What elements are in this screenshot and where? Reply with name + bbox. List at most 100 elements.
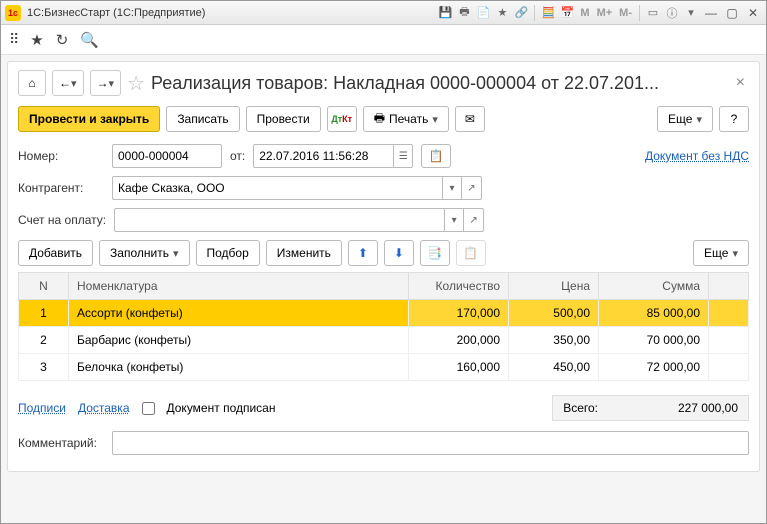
col-qty[interactable]: Количество	[409, 273, 509, 300]
sections-grid-icon[interactable]: ⠿	[9, 31, 18, 48]
table-more-button[interactable]: Еще ▾	[693, 240, 749, 266]
history-icon[interactable]: ↻	[56, 31, 69, 49]
cell-price[interactable]: 350,00	[509, 327, 599, 354]
invoice-field[interactable]: ▾ ↗	[114, 208, 484, 232]
cell-item[interactable]: Ассорти (конфеты)	[69, 300, 409, 327]
print-label: Печать	[389, 112, 428, 126]
post-and-close-button[interactable]: Провести и закрыть	[18, 106, 160, 132]
window-titlebar: 1c 1С:БизнесСтарт (1С:Предприятие) 💾 🖶 📄…	[1, 1, 766, 25]
table-row[interactable]: 2Барбарис (конфеты)200,000350,0070 000,0…	[19, 327, 749, 354]
col-n[interactable]: N	[19, 273, 69, 300]
cell-qty[interactable]: 170,000	[409, 300, 509, 327]
total-label: Всего:	[563, 401, 598, 415]
cell-price[interactable]: 500,00	[509, 300, 599, 327]
cell-sum[interactable]: 70 000,00	[599, 327, 709, 354]
comment-input[interactable]	[112, 431, 749, 455]
search-icon[interactable]: 🔍	[80, 31, 99, 49]
copy-rows-button[interactable]: 📑	[420, 240, 450, 266]
footer-links-row: Подписи Доставка Документ подписан Всего…	[18, 395, 749, 421]
number-input[interactable]	[112, 144, 222, 168]
cell-price[interactable]: 450,00	[509, 354, 599, 381]
open-icon[interactable]: ↗	[462, 176, 482, 200]
dtkt-button[interactable]: ДтКт	[327, 106, 357, 132]
col-item[interactable]: Номенклатура	[69, 273, 409, 300]
window-title: 1С:БизнесСтарт (1С:Предприятие)	[27, 7, 437, 19]
window-maximize-button[interactable]: ▢	[723, 5, 741, 21]
calendar-button[interactable]: 📋	[421, 144, 451, 168]
tb-print-icon[interactable]: 🖶	[456, 5, 472, 21]
app-logo-icon: 1c	[5, 5, 21, 21]
pick-button[interactable]: Подбор	[196, 240, 260, 266]
cell-n[interactable]: 3	[19, 354, 69, 381]
cell-sum[interactable]: 72 000,00	[599, 354, 709, 381]
contractor-label: Контрагент:	[18, 181, 104, 195]
col-spacer	[709, 273, 749, 300]
table-row[interactable]: 1Ассорти (конфеты)170,000500,0085 000,00	[19, 300, 749, 327]
contractor-row: Контрагент: ▾ ↗	[18, 176, 749, 200]
tb-link-icon[interactable]: 🔗	[513, 5, 529, 21]
open-icon[interactable]: ↗	[464, 208, 484, 232]
delivery-link[interactable]: Доставка	[78, 401, 130, 415]
edit-button[interactable]: Изменить	[266, 240, 342, 266]
tb-calc-icon[interactable]: 🧮	[540, 5, 556, 21]
favorites-star-icon[interactable]: ★	[30, 31, 43, 49]
tb-mminus-icon[interactable]: M-	[617, 7, 634, 19]
cell-spacer	[709, 327, 749, 354]
back-button[interactable]: ← ▾	[52, 70, 84, 96]
date-field[interactable]: ☰	[253, 144, 413, 168]
no-vat-link[interactable]: Документ без НДС	[645, 149, 749, 163]
total-box: Всего: 227 000,00	[552, 395, 749, 421]
contractor-input[interactable]	[112, 176, 442, 200]
tb-calendar-icon[interactable]: 📅	[559, 5, 575, 21]
tb-save-icon[interactable]: 💾	[437, 5, 453, 21]
window-close-button[interactable]: ✕	[744, 5, 762, 21]
signed-checkbox[interactable]	[142, 402, 155, 415]
cell-qty[interactable]: 200,000	[409, 327, 509, 354]
cell-item[interactable]: Барбарис (конфеты)	[69, 327, 409, 354]
favorite-toggle-icon[interactable]: ☆	[127, 71, 145, 96]
tb-star-icon[interactable]: ★	[494, 5, 510, 21]
cell-n[interactable]: 1	[19, 300, 69, 327]
move-down-button[interactable]: ⬇	[384, 240, 414, 266]
number-date-row: Номер: от: ☰ 📋 Документ без НДС	[18, 144, 749, 168]
contractor-field[interactable]: ▾ ↗	[112, 176, 482, 200]
table-row[interactable]: 3Белочка (конфеты)160,000450,0072 000,00	[19, 354, 749, 381]
print-button[interactable]: 🖶 Печать ▾	[363, 106, 449, 132]
col-sum[interactable]: Сумма	[599, 273, 709, 300]
dropdown-icon[interactable]: ▾	[444, 208, 464, 232]
invoice-input[interactable]	[114, 208, 444, 232]
calendar-icon[interactable]: ☰	[393, 144, 413, 168]
cell-item[interactable]: Белочка (конфеты)	[69, 354, 409, 381]
cell-qty[interactable]: 160,000	[409, 354, 509, 381]
form-close-button[interactable]: ×	[732, 74, 749, 92]
window-minimize-button[interactable]: —	[702, 5, 720, 21]
post-button[interactable]: Провести	[246, 106, 321, 132]
tb-m-icon[interactable]: M	[578, 7, 591, 19]
cell-sum[interactable]: 85 000,00	[599, 300, 709, 327]
date-input[interactable]	[253, 144, 393, 168]
more-button[interactable]: Еще ▾	[657, 106, 713, 132]
signatures-link[interactable]: Подписи	[18, 401, 66, 415]
signed-label: Документ подписан	[167, 401, 276, 415]
move-up-button[interactable]: ⬆	[348, 240, 378, 266]
tb-dropdown-icon[interactable]: ▾	[683, 5, 699, 21]
tb-doc-icon[interactable]: 📄	[475, 5, 491, 21]
home-button[interactable]: ⌂	[18, 70, 46, 96]
tb-info-icon[interactable]: ⓘ	[664, 5, 680, 21]
cell-n[interactable]: 2	[19, 327, 69, 354]
help-button[interactable]: ?	[719, 106, 749, 132]
save-button[interactable]: Записать	[166, 106, 239, 132]
fill-label: Заполнить	[110, 246, 169, 260]
dropdown-icon[interactable]: ▾	[442, 176, 462, 200]
tb-windows-icon[interactable]: ▭	[645, 5, 661, 21]
invoice-label: Счет на оплату:	[18, 213, 106, 227]
paste-rows-button[interactable]: 📋	[456, 240, 486, 266]
email-button[interactable]: ✉	[455, 106, 485, 132]
fill-button[interactable]: Заполнить ▾	[99, 240, 189, 266]
col-price[interactable]: Цена	[509, 273, 599, 300]
forward-button[interactable]: → ▾	[90, 70, 122, 96]
more-label: Еще	[668, 112, 692, 126]
tb-mplus-icon[interactable]: M+	[595, 7, 615, 19]
items-table[interactable]: N Номенклатура Количество Цена Сумма 1Ас…	[18, 272, 749, 381]
add-row-button[interactable]: Добавить	[18, 240, 93, 266]
